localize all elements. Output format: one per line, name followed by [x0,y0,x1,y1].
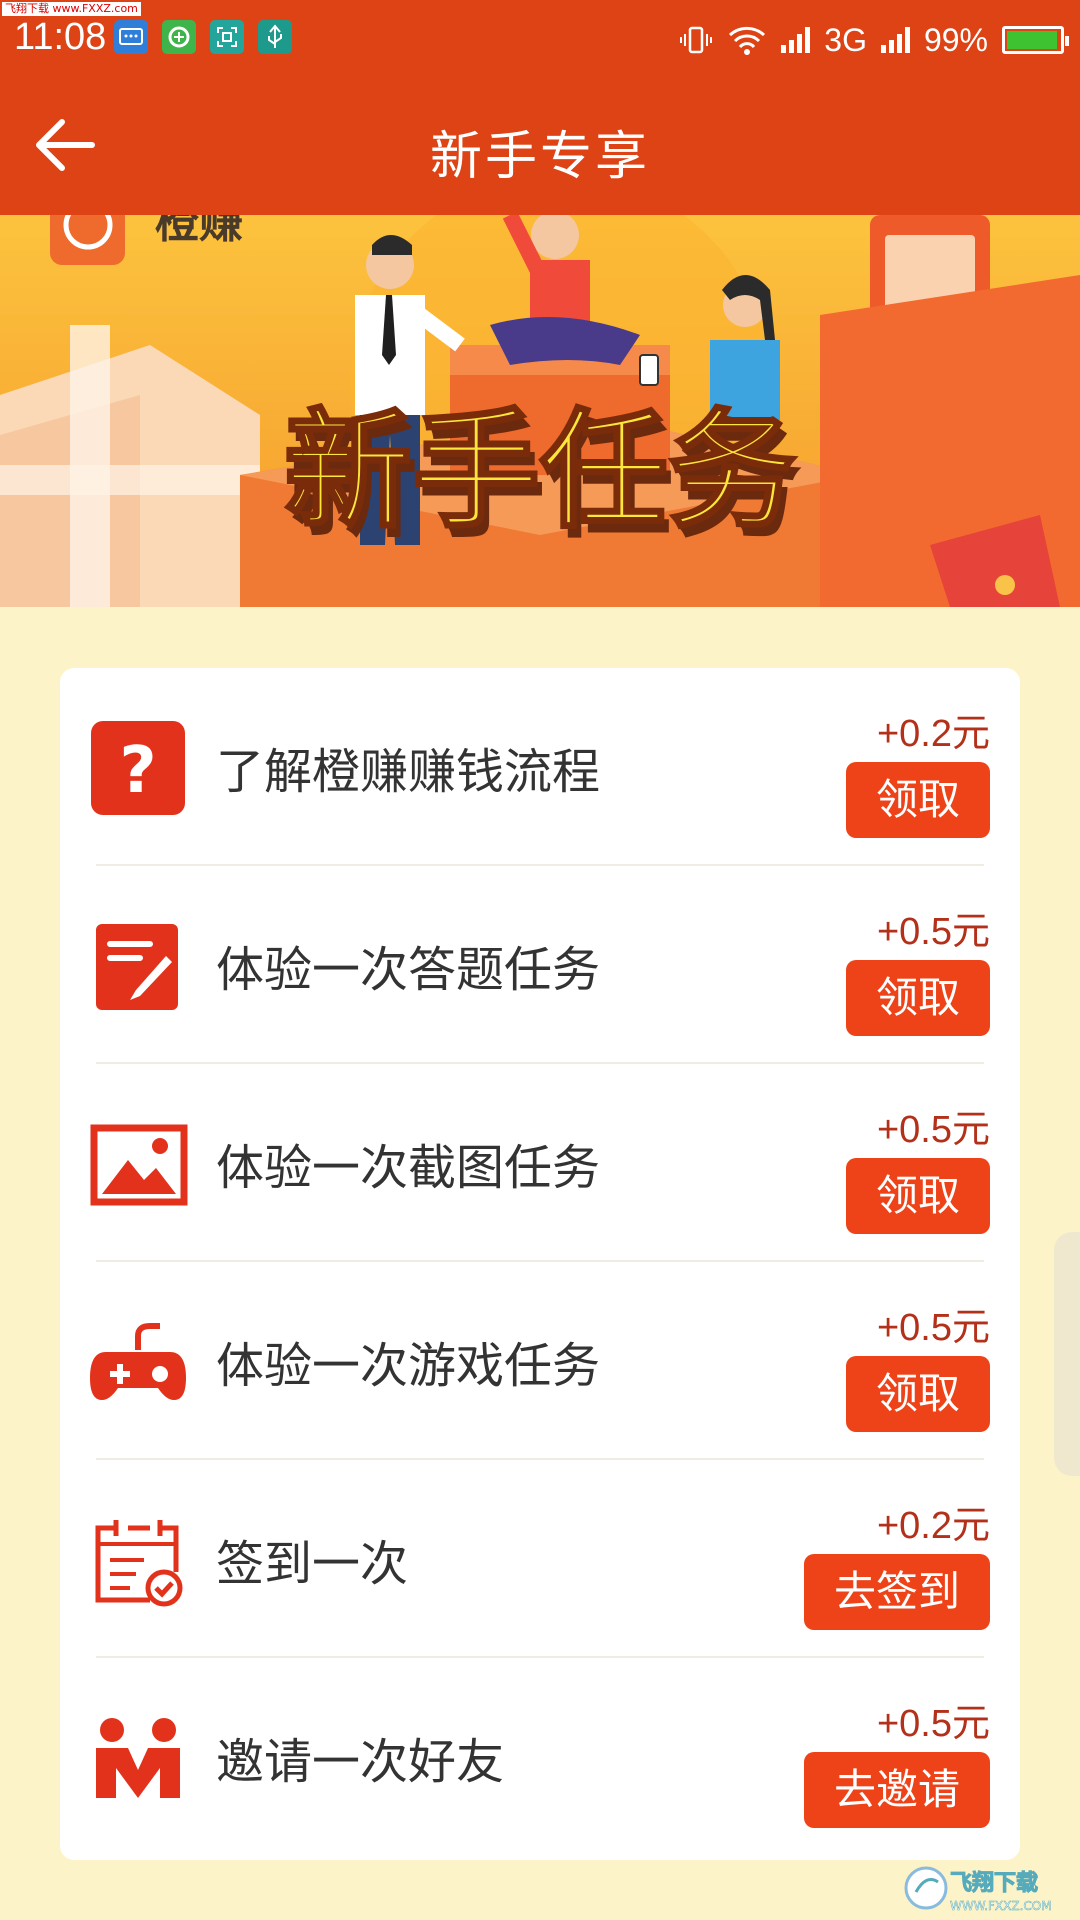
task-label: 签到一次 [216,1536,409,1592]
gamepad-icon [88,1312,188,1412]
status-indicators: 3G 99% [679,18,1069,62]
newbie-task-banner[interactable]: 橙赚 新手任务 新手任务 [0,215,1080,607]
claim-button[interactable]: 领取 [846,1158,990,1234]
invite-button[interactable]: 去邀请 [804,1752,990,1828]
watermark-brand: 飞翔下载 [950,1870,1038,1896]
vibrate-icon [680,26,713,54]
claim-button[interactable]: 领取 [846,1356,990,1432]
banner-headline: 新手任务 [284,397,796,546]
task-label: 体验一次截图任务 [216,1140,601,1196]
task-row-checkin: 签到一次 +0.2元 去签到 [60,1460,1020,1658]
signal-icon-2 [880,27,910,53]
page-title: 新手专享 [429,127,650,187]
sync-app-icon [162,20,196,54]
task-row-invite: 邀请一次好友 +0.5元 去邀请 [60,1658,1020,1856]
battery-percent: 99% [923,21,988,58]
message-app-icon [114,20,148,54]
task-row-screenshot: 体验一次截图任务 +0.5元 领取 [60,1064,1020,1262]
task-label: 邀请一次好友 [216,1734,505,1790]
network-type: 3G [824,21,867,58]
site-watermark: 飞翔下载 WWW.FXXZ.COM [904,1860,1074,1916]
usb-icon [258,20,292,54]
task-reward: +0.5元 [876,911,990,953]
banner-illustration: 橙赚 新手任务 新手任务 [0,215,1080,607]
calendar-check-icon [88,1510,188,1610]
task-row-answer: 体验一次答题任务 +0.5元 领取 [60,866,1020,1064]
task-row-learn-process: ? 了解橙赚赚钱流程 +0.2元 领取 [60,668,1020,866]
question-icon: ? [88,718,188,818]
claim-button[interactable]: 领取 [846,960,990,1036]
scan-app-icon [210,20,244,54]
header-bar: 新手专享 [0,80,1080,215]
svg-text:?: ? [119,734,156,808]
task-row-game: 体验一次游戏任务 +0.5元 领取 [60,1262,1020,1460]
checkin-button[interactable]: 去签到 [804,1554,990,1630]
status-time: 11:08 [14,16,107,58]
wifi-icon [729,26,766,55]
claim-button[interactable]: 领取 [846,762,990,838]
task-reward: +0.5元 [876,1307,990,1349]
invite-friends-icon [88,1708,188,1808]
task-reward: +0.5元 [876,1703,990,1745]
watermark-url: WWW.FXXZ.COM [950,1899,1052,1913]
banner-brand: 橙赚 [155,215,243,248]
task-reward: +0.2元 [876,1505,990,1547]
signal-icon [781,27,811,53]
task-label: 体验一次游戏任务 [216,1338,601,1394]
task-list-card: ? 了解橙赚赚钱流程 +0.2元 领取 体验一次答题任务 +0.5元 领取 体验… [60,668,1020,1860]
status-bar: 飞翔下载 www.FXXZ.com 11:08 3G 99% [0,0,1080,80]
watermark-text: 飞翔下载 www.FXXZ.com [2,2,141,16]
battery-icon [1002,26,1069,54]
task-reward: +0.2元 [876,713,990,755]
task-reward: +0.5元 [876,1109,990,1151]
image-icon [88,1114,188,1214]
floating-side-handle[interactable] [1054,1232,1080,1476]
task-label: 体验一次答题任务 [216,942,601,998]
answer-edit-icon [88,916,188,1016]
task-label: 了解橙赚赚钱流程 [216,744,601,800]
